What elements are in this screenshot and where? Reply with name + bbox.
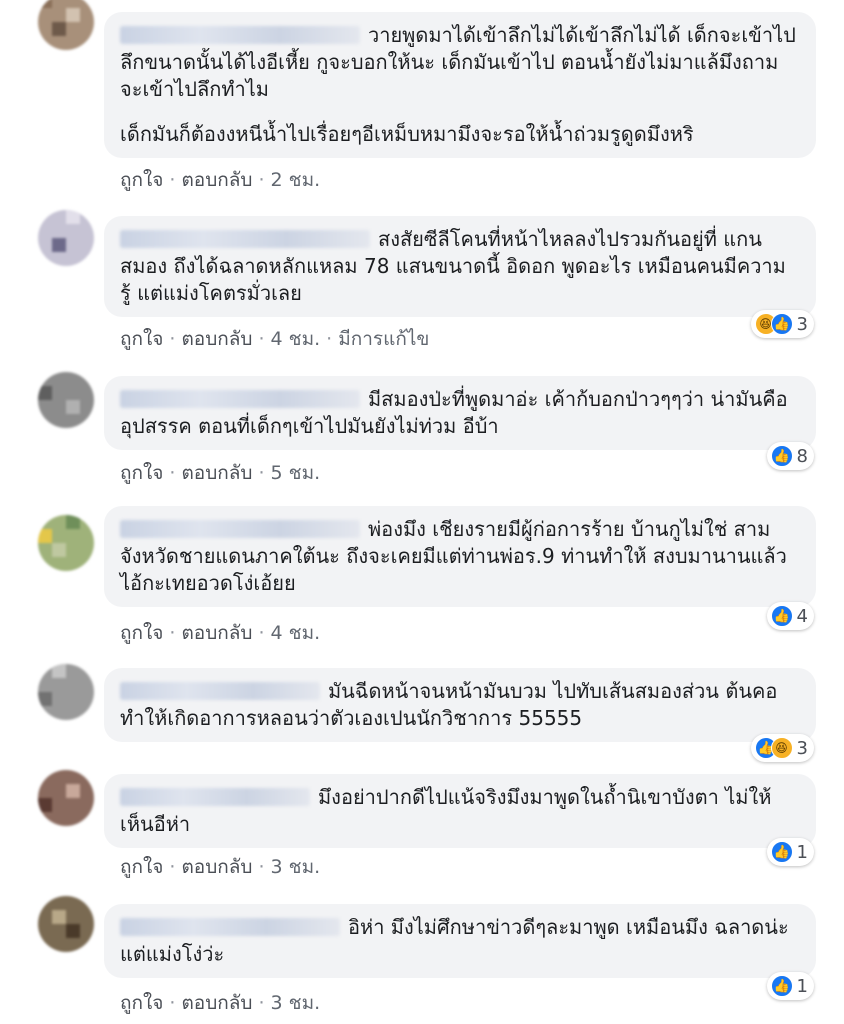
reactions-badge[interactable]: 😆 👍 3 [750, 310, 814, 338]
timestamp[interactable]: 2 ชม. [271, 169, 321, 191]
reactions-badge[interactable]: 👍 8 [766, 442, 814, 470]
reaction-count: 1 [796, 975, 808, 997]
reaction-count: 3 [796, 737, 808, 759]
edited-label[interactable]: มีการแก้ไข [338, 328, 429, 350]
comment-bubble: อิห่า มึงไม่ศึกษาข่าวดีๆละมาพูด เหมือนมึ… [104, 904, 816, 978]
comment-bubble: วายพูดมาได้เข้าลึกไม่ได้เข้าลึกไม่ได้ เด… [104, 12, 816, 158]
commenter-name[interactable] [120, 230, 370, 248]
separator: · [258, 856, 265, 878]
comment-actions: ถูกใจ · ตอบกลับ · 3 ชม. [120, 852, 320, 882]
like-link[interactable]: ถูกใจ [120, 169, 163, 191]
comment-bubble: มึงอย่าปากดีไปแน้จริงมึงมาพูดในถ้ำนิเขาบ… [104, 774, 816, 848]
reaction-count: 8 [796, 445, 808, 467]
reactions-badge[interactable]: 👍 4 [766, 602, 814, 630]
reply-link[interactable]: ตอบกลับ [181, 462, 252, 484]
haha-icon: 😆 [770, 737, 793, 759]
comment-actions: ถูกใจ · ตอบกลับ · 2 ชม. [120, 165, 320, 195]
separator: · [169, 992, 176, 1014]
separator: · [326, 328, 333, 350]
separator: · [258, 462, 265, 484]
like-link[interactable]: ถูกใจ [120, 856, 163, 878]
avatar[interactable] [38, 664, 94, 720]
like-link[interactable]: ถูกใจ [120, 462, 163, 484]
commenter-name[interactable] [120, 682, 320, 700]
timestamp[interactable]: 3 ชม. [271, 992, 321, 1014]
comment-bubble: สงสัยซีลีโคนที่หน้าไหลลงไปรวมกันอยู่ที่ … [104, 216, 816, 317]
comment-text: เด็กมันก็ต้องงหนีน้ำไปเรื่อยๆอีเหม็บหมาม… [120, 122, 694, 146]
comment-bubble: พ่องมึง เชียงรายมีผู้ก่อการร้าย บ้านกูไม… [104, 506, 816, 607]
separator: · [169, 462, 176, 484]
separator: · [169, 622, 176, 644]
comment-actions: ถูกใจ · ตอบกลับ · 3 ชม. [120, 988, 320, 1018]
timestamp[interactable]: 5 ชม. [271, 462, 321, 484]
reply-link[interactable]: ตอบกลับ [181, 622, 252, 644]
commenter-name[interactable] [120, 26, 360, 44]
comment-actions: ถูกใจ · ตอบกลับ · 4 ชม. · มีการแก้ไข [120, 324, 429, 354]
comment-bubble: มันฉีดหน้าจนหน้ามันบวม ไปทับเส้นสมองส่วน… [104, 668, 816, 742]
timestamp[interactable]: 3 ชม. [271, 856, 321, 878]
comment-actions: ถูกใจ · ตอบกลับ · 4 ชม. [120, 618, 320, 648]
like-icon: 👍 [770, 975, 793, 997]
reactions-badge[interactable]: 👍 1 [766, 972, 814, 1000]
like-link[interactable]: ถูกใจ [120, 992, 163, 1014]
reply-link[interactable]: ตอบกลับ [181, 328, 252, 350]
like-link[interactable]: ถูกใจ [120, 622, 163, 644]
avatar[interactable] [38, 0, 94, 50]
separator: · [258, 328, 265, 350]
avatar[interactable] [38, 372, 94, 428]
reaction-count: 4 [796, 605, 808, 627]
separator: · [258, 169, 265, 191]
comment-bubble: มีสมองป่ะที่พูดมาอ่ะ เค้าก้บอกป่าวๆๆว่า … [104, 376, 816, 450]
reaction-count: 3 [796, 313, 808, 335]
separator: · [258, 992, 265, 1014]
separator: · [169, 328, 176, 350]
like-link[interactable]: ถูกใจ [120, 328, 163, 350]
like-icon: 👍 [770, 841, 793, 863]
reply-link[interactable]: ตอบกลับ [181, 169, 252, 191]
like-icon: 👍 [770, 445, 793, 467]
separator: · [169, 856, 176, 878]
reactions-badge[interactable]: 👍 1 [766, 838, 814, 866]
reply-link[interactable]: ตอบกลับ [181, 856, 252, 878]
reply-link[interactable]: ตอบกลับ [181, 992, 252, 1014]
commenter-name[interactable] [120, 788, 310, 806]
comment-actions: ถูกใจ · ตอบกลับ · 5 ชม. [120, 458, 320, 488]
like-icon: 👍 [770, 313, 793, 335]
avatar[interactable] [38, 770, 94, 826]
like-icon: 👍 [770, 605, 793, 627]
avatar[interactable] [38, 210, 94, 266]
avatar[interactable] [38, 515, 94, 571]
commenter-name[interactable] [120, 390, 360, 408]
reactions-badge[interactable]: 👍 😆 3 [750, 734, 814, 762]
separator: · [169, 169, 176, 191]
timestamp[interactable]: 4 ชม. [271, 328, 321, 350]
separator: · [258, 622, 265, 644]
commenter-name[interactable] [120, 918, 340, 936]
timestamp[interactable]: 4 ชม. [271, 622, 321, 644]
avatar[interactable] [38, 896, 94, 952]
commenter-name[interactable] [120, 520, 360, 538]
reaction-count: 1 [796, 841, 808, 863]
